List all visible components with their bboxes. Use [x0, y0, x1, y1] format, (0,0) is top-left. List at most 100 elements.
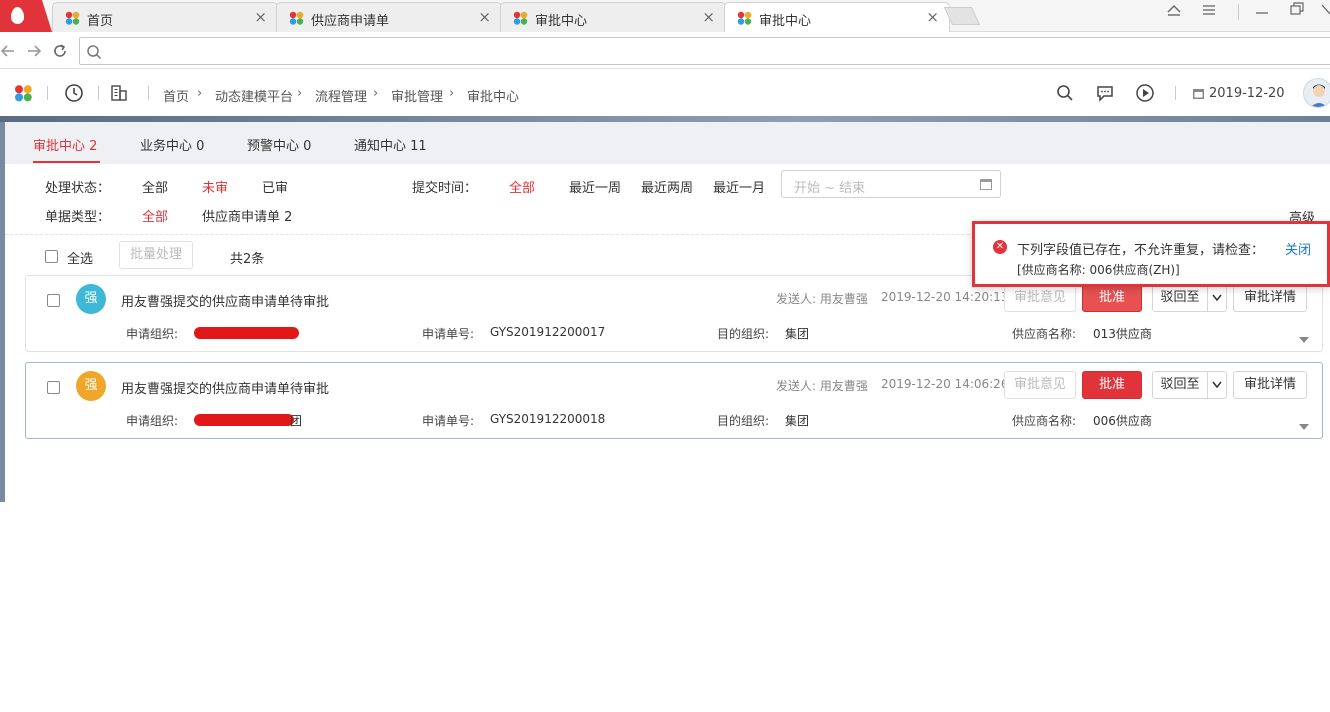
- doc-type-option-all[interactable]: 全部: [142, 206, 168, 225]
- browser-tab-supplier-application[interactable]: 供应商申请单 ×: [276, 2, 502, 32]
- expand-icon[interactable]: [1299, 424, 1309, 430]
- building-icon[interactable]: [110, 84, 128, 102]
- toast-message: 下列字段值已存在，不允许重复，请检查：: [1017, 243, 1265, 258]
- breadcrumb-modeling-platform[interactable]: 动态建模平台: [215, 86, 293, 105]
- supplier-name-label: 供应商名称:: [1012, 414, 1077, 428]
- reject-to-button[interactable]: 驳回至: [1152, 284, 1208, 312]
- collapse-up-icon[interactable]: [1166, 3, 1182, 17]
- batch-process-button[interactable]: 批量处理: [119, 241, 193, 269]
- org-label: 申请组织:: [126, 414, 179, 428]
- divider: [1238, 4, 1239, 20]
- reject-dropdown[interactable]: [1207, 371, 1227, 399]
- tab-notification-center[interactable]: 通知中心 11: [354, 135, 427, 154]
- error-icon: ✕: [993, 240, 1007, 254]
- time-option-last-two-weeks[interactable]: 最近两周: [641, 177, 693, 196]
- address-bar: [0, 33, 1330, 69]
- close-icon[interactable]: ×: [702, 8, 715, 26]
- item-title[interactable]: 用友曹强提交的供应商申请单待审批: [121, 291, 329, 310]
- item-title[interactable]: 用友曹强提交的供应商申请单待审批: [121, 378, 329, 397]
- toast-close-link[interactable]: 关闭: [1285, 239, 1311, 258]
- clock-icon[interactable]: [64, 83, 84, 103]
- close-icon[interactable]: ×: [926, 8, 939, 26]
- close-icon[interactable]: ×: [254, 8, 267, 26]
- approval-detail-button[interactable]: 审批详情: [1233, 371, 1307, 399]
- item-checkbox[interactable]: [47, 294, 60, 307]
- reject-dropdown[interactable]: [1207, 284, 1227, 312]
- breadcrumb-approval-management[interactable]: 审批管理: [391, 86, 443, 105]
- chevron-right-icon: ›: [297, 86, 303, 101]
- divider: [98, 86, 99, 100]
- url-input[interactable]: [79, 37, 1330, 65]
- date-range-input[interactable]: 开始 ~ 结束: [781, 170, 1001, 198]
- avatar: 强: [76, 371, 106, 401]
- order-no-label: 申请单号:: [422, 414, 475, 428]
- window-close-icon[interactable]: [1321, 3, 1330, 17]
- time-option-last-week[interactable]: 最近一周: [569, 177, 621, 196]
- item-checkbox[interactable]: [47, 381, 60, 394]
- browser-tab-label: 审批中心: [759, 14, 812, 29]
- calendar-icon: [980, 179, 992, 190]
- left-edge-bar: [0, 122, 5, 502]
- back-icon[interactable]: [0, 43, 16, 59]
- status-option-unreviewed[interactable]: 未审: [202, 177, 228, 196]
- search-icon: [87, 45, 102, 60]
- time-option-all[interactable]: 全部: [509, 177, 535, 196]
- tab-alert-center[interactable]: 预警中心 0: [247, 135, 311, 154]
- divider: [1175, 86, 1176, 100]
- app-logo-icon: [289, 11, 304, 25]
- item-time: 2019-12-20 14:20:13: [881, 290, 1009, 304]
- select-all-label: 全选: [67, 252, 94, 267]
- order-no: GYS201912200018: [490, 412, 606, 426]
- avatar[interactable]: [1303, 78, 1330, 108]
- opinion-button[interactable]: 审批意见: [1004, 371, 1076, 399]
- opinion-button[interactable]: 审批意见: [1004, 284, 1076, 312]
- browser-tab-label: 首页: [87, 14, 114, 29]
- item-time: 2019-12-20 14:06:26: [881, 377, 1009, 391]
- restore-icon[interactable]: [1289, 2, 1305, 16]
- org-suffix: 团: [290, 414, 303, 428]
- breadcrumb-approval-center: 审批中心: [467, 90, 520, 105]
- browser-tab-home[interactable]: 首页 ×: [52, 2, 278, 32]
- active-tab-indicator: [33, 161, 100, 163]
- approval-detail-button[interactable]: 审批详情: [1233, 284, 1307, 312]
- chevron-right-icon: ›: [197, 86, 203, 101]
- doc-type-option-supplier[interactable]: 供应商申请单 2: [202, 206, 292, 225]
- time-option-last-month[interactable]: 最近一月: [713, 177, 765, 196]
- chat-icon[interactable]: [1095, 84, 1115, 102]
- approve-button[interactable]: 批准: [1082, 284, 1142, 312]
- play-icon[interactable]: [1135, 83, 1155, 103]
- tab-business-center[interactable]: 业务中心 0: [140, 135, 204, 154]
- app-logo-icon[interactable]: [14, 84, 34, 102]
- browser-tab-approval-center[interactable]: 审批中心 ×: [500, 2, 726, 32]
- breadcrumb-process-management[interactable]: 流程管理: [315, 86, 367, 105]
- browser-tab-strip: 首页 × 供应商申请单 × 审批中心 × 审批中心 ×: [0, 0, 1330, 32]
- submit-time-label: 提交时间：: [412, 181, 478, 196]
- select-all-checkbox[interactable]: [45, 250, 58, 263]
- target-org: 集团: [785, 414, 810, 428]
- doc-type-label: 单据类型：: [45, 210, 111, 225]
- order-no: GYS201912200017: [490, 325, 606, 339]
- app-logo-icon: [65, 11, 80, 25]
- reject-to-button[interactable]: 驳回至: [1152, 371, 1208, 399]
- close-icon[interactable]: ×: [478, 8, 491, 26]
- status-option-reviewed[interactable]: 已审: [262, 177, 288, 196]
- search-icon[interactable]: [1056, 84, 1074, 102]
- org-label: 申请组织:: [126, 327, 179, 341]
- forward-icon[interactable]: [26, 43, 42, 59]
- calendar-icon: [1193, 89, 1204, 99]
- status-option-all[interactable]: 全部: [142, 177, 168, 196]
- minimize-icon[interactable]: [1254, 3, 1270, 17]
- browser-tab-approval-center-active[interactable]: 审批中心 ×: [724, 2, 950, 32]
- item-sender: 发送人: 用友曹强: [776, 292, 868, 306]
- approve-button[interactable]: 批准: [1082, 371, 1142, 399]
- browser-tab-label: 审批中心: [535, 14, 588, 29]
- tab-approval-center[interactable]: 审批中心 2: [33, 135, 97, 154]
- list-item[interactable]: 强 用友曹强提交的供应商申请单待审批 发送人: 用友曹强 2019-12-20 …: [25, 362, 1323, 439]
- menu-icon[interactable]: [1201, 3, 1217, 17]
- breadcrumb-home[interactable]: 首页: [163, 86, 189, 105]
- redacted-org: [194, 414, 294, 426]
- expand-icon[interactable]: [1299, 337, 1309, 343]
- redacted-org: [194, 327, 299, 339]
- target-org-label: 目的组织:: [717, 327, 770, 341]
- reload-icon[interactable]: [52, 43, 68, 59]
